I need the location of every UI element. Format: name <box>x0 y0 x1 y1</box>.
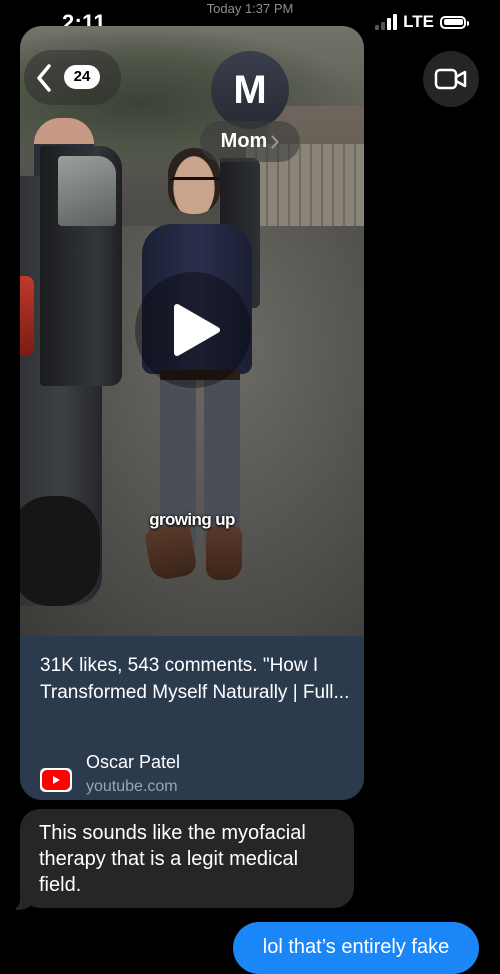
received-message-bubble[interactable]: This sounds like the myofacial therapy t… <box>10 809 354 910</box>
link-title: 31K likes, 543 comments. "How I Transfor… <box>40 655 350 703</box>
network-type: LTE <box>403 12 434 31</box>
shared-video-card[interactable]: growing up 31K likes, 543 comments. "How… <box>20 26 364 800</box>
link-domain: youtube.com <box>86 778 178 795</box>
play-button[interactable] <box>135 272 251 388</box>
contact-name: Mom <box>220 130 268 152</box>
contact-name-button[interactable]: Mom <box>200 121 300 162</box>
channel-name: Oscar Patel <box>86 752 181 772</box>
avatar-initial: M <box>233 67 267 112</box>
link-preview-info[interactable]: 31K likes, 543 comments. "How I Transfor… <box>20 636 364 800</box>
status-indicators: LTE <box>375 12 469 32</box>
play-icon <box>174 304 220 356</box>
unread-count-badge: 24 <box>64 65 100 89</box>
battery-icon <box>440 15 469 29</box>
video-camera-icon <box>434 68 467 90</box>
youtube-logo-icon <box>40 768 72 792</box>
back-button[interactable]: 24 <box>24 50 121 105</box>
video-caption: growing up <box>149 510 235 529</box>
chevron-right-icon <box>271 135 279 148</box>
video-call-button[interactable] <box>423 51 479 107</box>
received-message-text: This sounds like the myofacial therapy t… <box>39 822 306 896</box>
video-thumbnail[interactable]: growing up <box>20 26 364 636</box>
signal-icon <box>375 14 398 30</box>
sent-message-bubble[interactable]: lol that’s entirely fake <box>233 922 479 974</box>
contact-avatar[interactable]: M <box>211 51 289 129</box>
sent-message-text: lol that’s entirely fake <box>262 936 450 958</box>
chevron-left-icon <box>37 64 51 92</box>
